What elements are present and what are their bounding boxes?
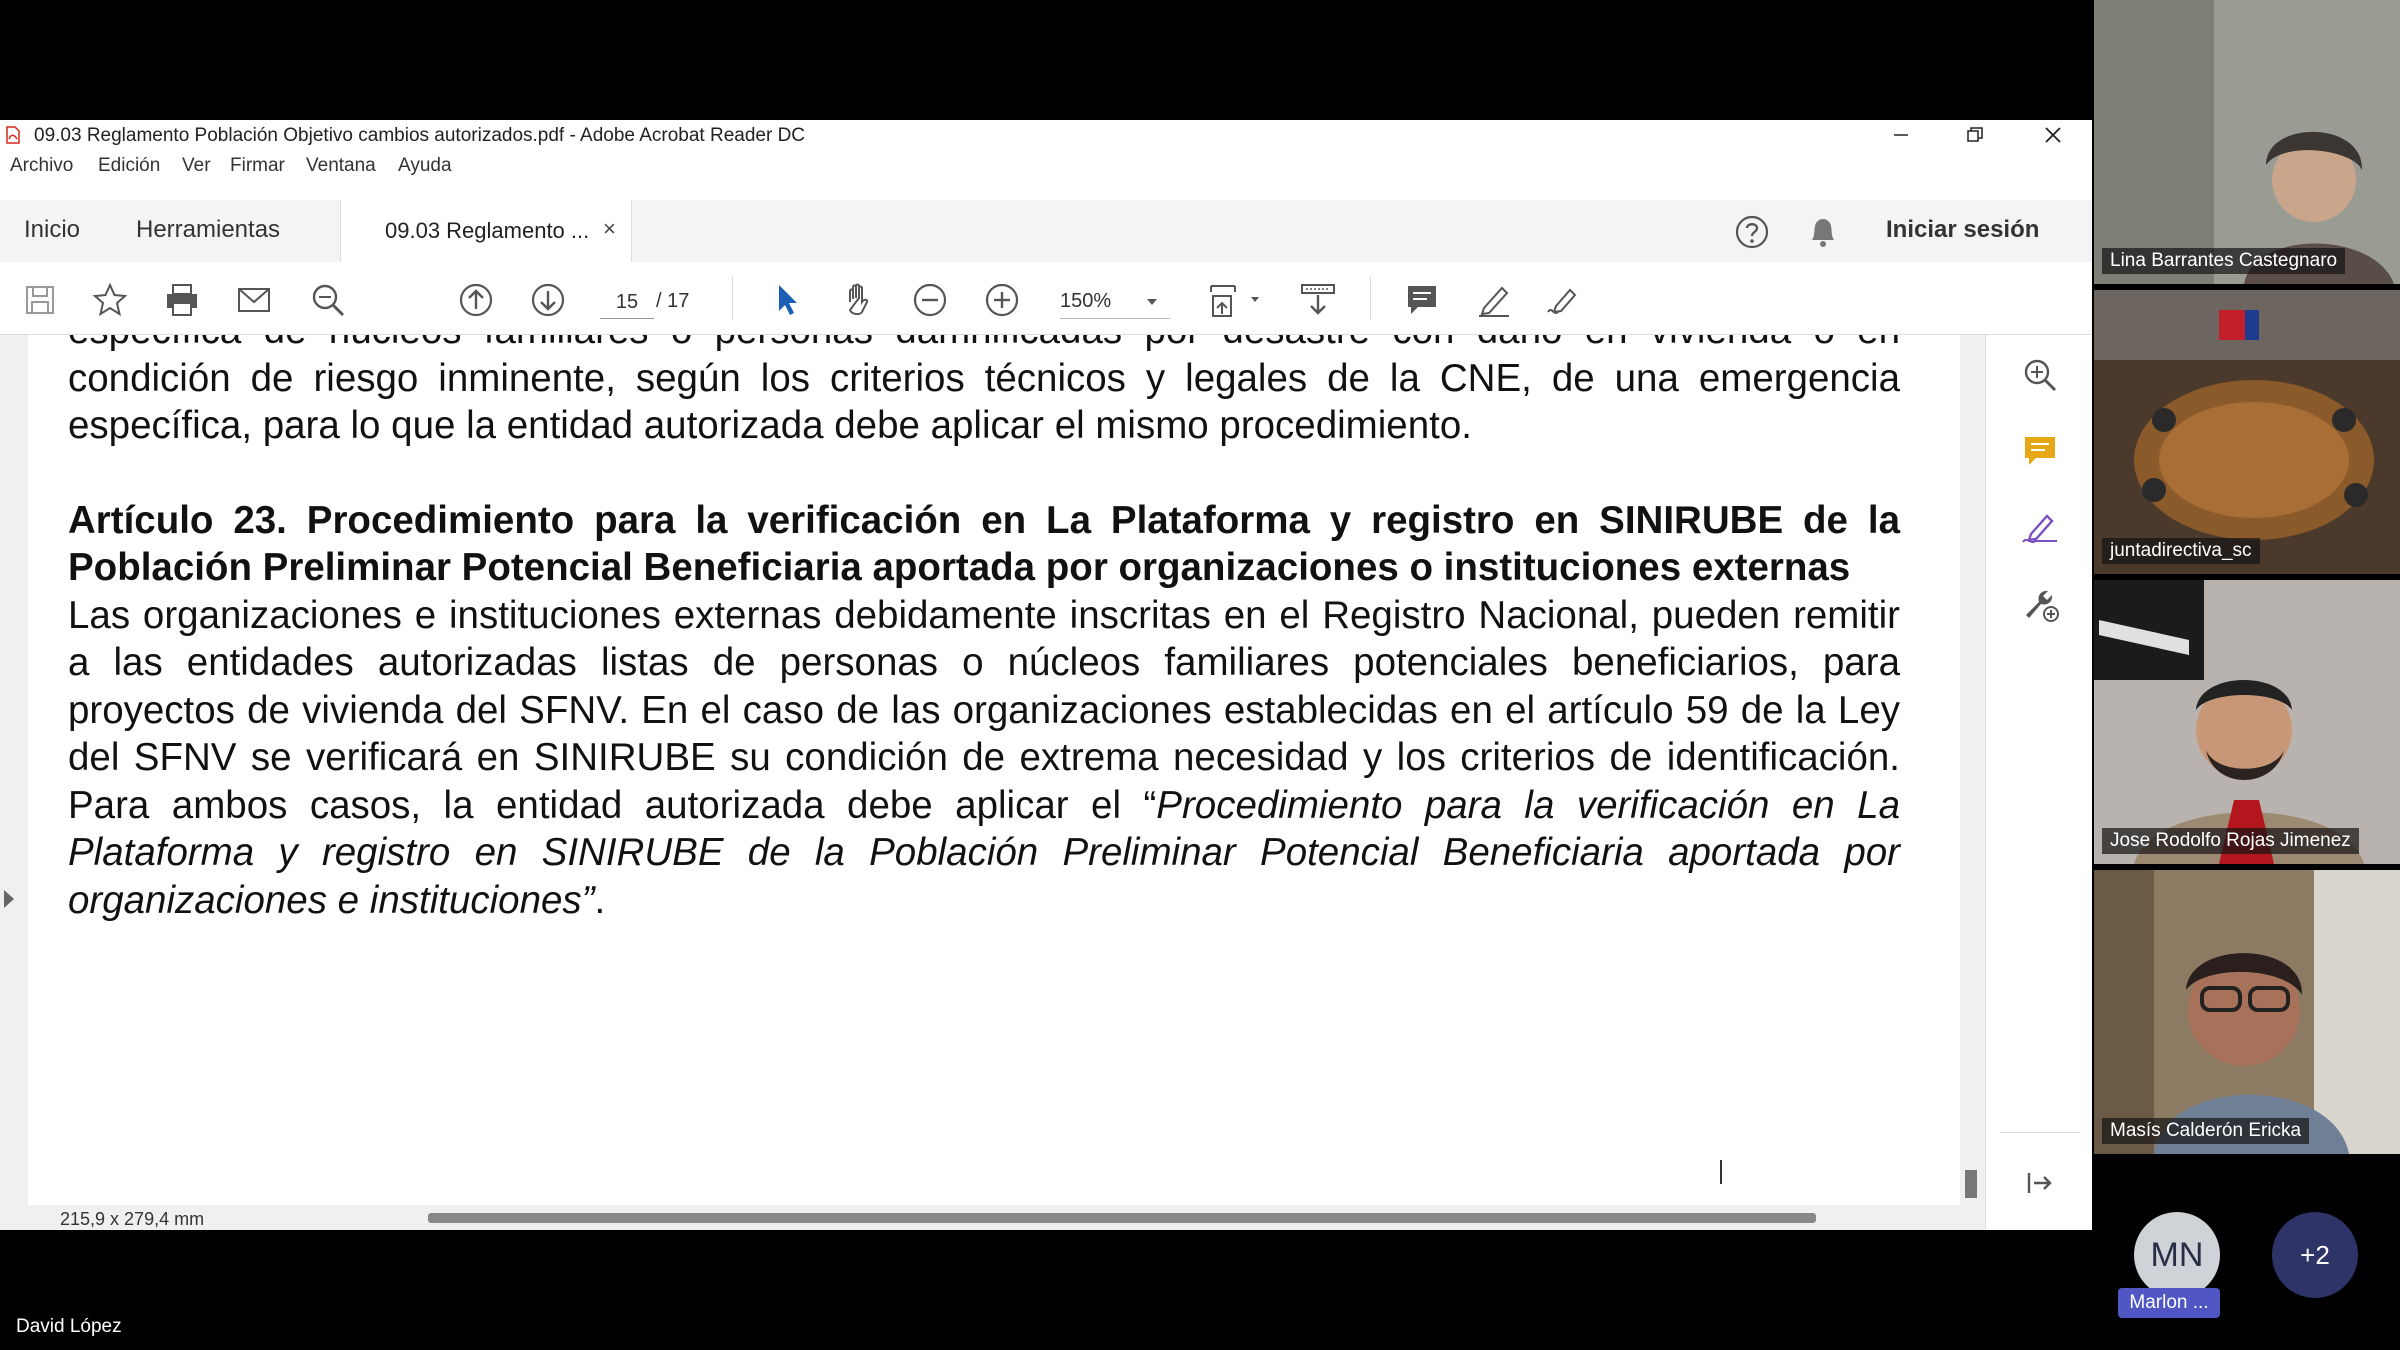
rail-tools-button[interactable]	[1986, 573, 2092, 633]
restore-button[interactable]	[1940, 120, 2010, 150]
save-icon[interactable]	[22, 282, 58, 318]
next-page-icon[interactable]	[530, 282, 566, 318]
menu-bar: Archivo Edición Ver Firmar Ventana Ayuda	[0, 150, 2092, 180]
zoom-out-icon[interactable]	[912, 282, 948, 318]
restore-icon	[1967, 127, 1983, 142]
sign-in-button[interactable]: Iniciar sesión	[1886, 216, 2039, 244]
pdf-page[interactable]: específica de núcleos familiares o perso…	[28, 335, 1960, 1205]
close-tab-button[interactable]: ×	[603, 216, 616, 242]
participant-video	[2094, 870, 2400, 1154]
search-icon[interactable]	[310, 282, 346, 318]
text-cursor	[1720, 1160, 1722, 1184]
participant-tile[interactable]: juntadirectiva_sc	[2094, 290, 2400, 574]
fill-sign-icon	[2021, 514, 2057, 543]
sign-pen-icon[interactable]	[1546, 282, 1582, 318]
chevron-down-icon[interactable]	[1250, 296, 1260, 303]
vertical-scrollbar-thumb[interactable]	[1965, 1170, 1977, 1198]
horizontal-scrollbar-thumb[interactable]	[428, 1213, 1816, 1223]
zoom-search-icon	[2024, 359, 2056, 392]
print-icon[interactable]	[164, 282, 200, 318]
participant-tile[interactable]: Lina Barrantes Castegnaro	[2094, 0, 2400, 284]
page-total: / 17	[656, 290, 690, 312]
tools-rail	[1985, 335, 2092, 1230]
participant-avatar[interactable]: MN	[2134, 1212, 2220, 1298]
tab-document[interactable]: 09.03 Reglamento ... ×	[340, 200, 632, 262]
participant-avatar-name: Marlon ...	[2118, 1288, 2220, 1318]
participant-video	[2094, 0, 2400, 284]
page-text: específica de núcleos familiares o perso…	[68, 335, 1900, 924]
close-icon	[2045, 127, 2061, 143]
wrench-add-icon	[2025, 590, 2059, 622]
page-size-label: 215,9 x 279,4 mm	[60, 1209, 205, 1229]
collapse-arrow-icon	[2027, 1173, 2052, 1193]
paragraph-intro: específica de núcleos familiares o perso…	[68, 335, 1900, 447]
participant-name: Lina Barrantes Castegnaro	[2102, 248, 2346, 274]
email-icon[interactable]	[236, 282, 272, 318]
comment-icon	[2024, 437, 2055, 465]
rail-divider	[2000, 1132, 2080, 1133]
bookmark-star-icon[interactable]	[92, 282, 128, 318]
menu-firmar[interactable]: Firmar	[230, 155, 285, 177]
page-number-input[interactable]	[600, 286, 654, 319]
minimize-button[interactable]	[1866, 120, 1936, 150]
highlight-pen-icon[interactable]	[1476, 282, 1512, 318]
select-cursor-icon[interactable]	[770, 282, 806, 318]
menu-archivo[interactable]: Archivo	[10, 155, 73, 177]
tab-inicio[interactable]: Inicio	[24, 216, 80, 244]
tab-bar: Inicio Herramientas 09.03 Reglamento ...…	[0, 200, 2092, 263]
collapse-rail-button[interactable]	[1986, 1153, 2092, 1213]
window-title: 09.03 Reglamento Población Objetivo camb…	[34, 125, 806, 146]
previous-page-icon[interactable]	[458, 282, 494, 318]
acrobat-window: 09.03 Reglamento Población Objetivo camb…	[0, 120, 2092, 1230]
menu-edicion[interactable]: Edición	[98, 155, 160, 177]
zoom-underline	[1060, 318, 1170, 319]
rail-comment-button[interactable]	[1986, 421, 2092, 481]
article-heading: Artículo 23. Procedimiento para la verif…	[68, 498, 1900, 590]
comment-icon[interactable]	[1404, 282, 1440, 318]
paragraph-end: .	[594, 878, 606, 922]
zoom-in-icon[interactable]	[984, 282, 1020, 318]
page-fit-icon[interactable]	[1208, 282, 1244, 318]
minimize-icon	[1894, 134, 1908, 136]
toolbar: / 17 150%	[0, 262, 2092, 335]
presenter-name: David López	[16, 1316, 122, 1337]
scroll-mode-icon[interactable]	[1300, 282, 1336, 318]
tab-document-label: 09.03 Reglamento ...	[385, 218, 590, 243]
paragraph-body: Las organizaciones e instituciones exter…	[68, 592, 1900, 925]
rail-sign-button[interactable]	[1986, 497, 2092, 557]
document-viewport[interactable]: específica de núcleos familiares o perso…	[0, 335, 2004, 1230]
help-icon[interactable]	[1734, 214, 1770, 250]
participant-tile[interactable]: Masís Calderón Ericka	[2094, 870, 2400, 1154]
zoom-level-select[interactable]: 150%	[1060, 290, 1111, 313]
toolbar-divider	[1370, 276, 1371, 320]
participant-name: Masís Calderón Ericka	[2102, 1118, 2310, 1144]
horizontal-scrollbar[interactable]: 215,9 x 279,4 mm	[0, 1205, 1960, 1230]
participant-tile[interactable]: Jose Rodolfo Rojas Jimenez	[2094, 580, 2400, 864]
participant-name: Jose Rodolfo Rojas Jimenez	[2102, 828, 2359, 854]
close-window-button[interactable]	[2018, 120, 2088, 150]
menu-ver[interactable]: Ver	[182, 155, 211, 177]
participant-video	[2094, 290, 2400, 574]
menu-ayuda[interactable]: Ayuda	[398, 155, 452, 177]
title-bar: 09.03 Reglamento Población Objetivo camb…	[0, 120, 2092, 150]
toolbar-divider	[732, 276, 733, 320]
pdf-file-icon	[6, 126, 20, 144]
participant-name: juntadirectiva_sc	[2102, 538, 2260, 564]
more-participants-button[interactable]: +2	[2272, 1212, 2358, 1298]
menu-ventana[interactable]: Ventana	[306, 155, 376, 177]
left-panel-toggle[interactable]	[4, 890, 14, 908]
notifications-bell-icon[interactable]	[1806, 214, 1840, 250]
hand-tool-icon[interactable]	[840, 282, 876, 318]
chevron-down-icon[interactable]	[1146, 298, 1158, 306]
rail-zoom-button[interactable]	[1986, 345, 2092, 405]
participant-video	[2094, 580, 2400, 864]
tab-herramientas[interactable]: Herramientas	[136, 216, 280, 244]
